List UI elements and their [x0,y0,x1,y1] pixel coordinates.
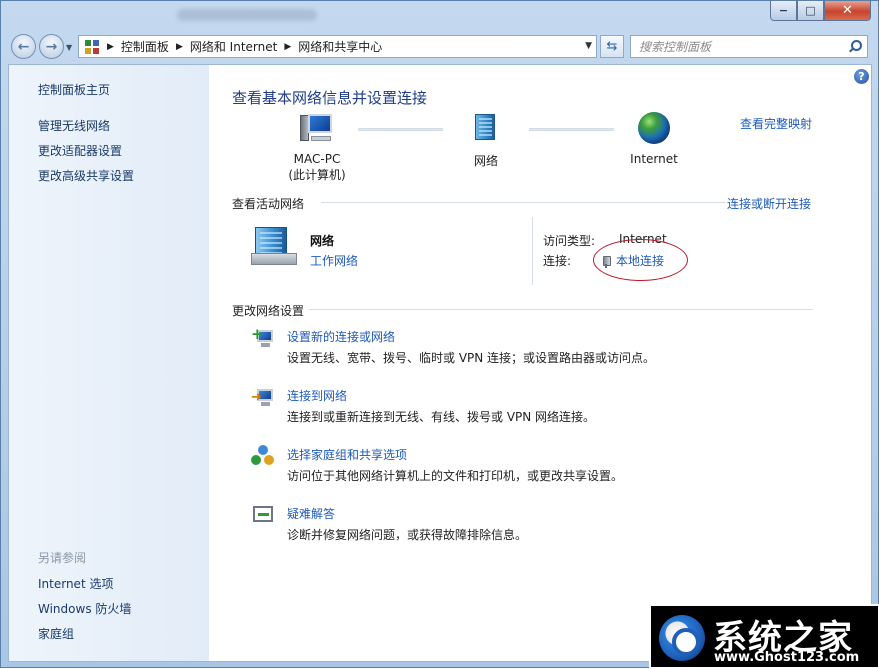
sidebar-link-adapter-settings[interactable]: 更改适配器设置 [38,142,122,159]
network-icon [471,112,501,144]
title-blurred-text [177,9,317,21]
active-networks-heading: 查看活动网络 [232,197,305,211]
watermark-url: www.Ghost123.com [714,650,860,665]
forward-button[interactable]: → [39,34,64,59]
change-settings-heading: 更改网络设置 [232,304,305,318]
sidebar-link-internet-options[interactable]: Internet 选项 [38,575,113,592]
network-large-icon [251,225,297,267]
sidebar-link-windows-firewall[interactable]: Windows 防火墙 [38,600,131,617]
arrow-right-icon: → [45,38,58,55]
network-name: 网络 [473,154,498,168]
connections-label: 连接: [543,254,572,268]
window: − □ ✕ ← → ▼ ▶ 控制面板 ▶ 网络和 Internet ▶ 网络和共… [0,0,879,669]
sidebar-link-homegroup[interactable]: 家庭组 [38,625,74,642]
task-setup-connection-desc: 设置无线、宽带、拨号、临时或 VPN 连接；或设置路由器或访问点。 [287,351,656,365]
sidebar: 控制面板主页 管理无线网络 更改适配器设置 更改高级共享设置 另请参阅 Inte… [9,65,209,661]
task-troubleshoot-link[interactable]: 疑难解答 [287,505,335,522]
map-node-internet[interactable]: Internet [624,112,684,166]
chevron-right-icon[interactable]: ▶ [176,42,183,52]
main-panel: ? 查看基本网络信息并设置连接 查看完整映射 MAC-PC (此计算机) 网络 … [209,65,871,661]
address-field[interactable]: ▶ 控制面板 ▶ 网络和 Internet ▶ 网络和共享中心 ▼ [78,35,597,58]
map-node-computer[interactable]: MAC-PC (此计算机) [282,112,352,183]
internet-name: Internet [630,152,678,166]
search-icon[interactable] [847,39,862,53]
map-connector [529,128,614,131]
back-button[interactable]: ← [11,34,36,59]
watermark-logo: 系统之家 www.Ghost123.com [649,604,879,669]
section-divider [321,202,725,203]
chevron-right-icon[interactable]: ▶ [107,42,114,52]
section-divider [309,309,813,310]
chevron-right-icon[interactable]: ▶ [284,42,291,52]
connect-disconnect-link[interactable]: 连接或断开连接 [727,195,811,212]
breadcrumb-network-internet[interactable]: 网络和 Internet [190,38,277,55]
recent-pages-dropdown[interactable]: ▼ [66,43,72,52]
computer-subtitle: (此计算机) [288,168,346,182]
sidebar-link-manage-wireless[interactable]: 管理无线网络 [38,117,110,134]
help-icon[interactable]: ? [854,69,869,84]
minimize-button[interactable]: − [770,1,797,21]
vertical-divider [532,217,533,285]
address-dropdown-icon[interactable]: ▼ [585,41,592,51]
search-box[interactable] [630,35,868,58]
address-toolbar: ← → ▼ ▶ 控制面板 ▶ 网络和 Internet ▶ 网络和共享中心 ▼ … [1,31,878,63]
content-area: 控制面板主页 管理无线网络 更改适配器设置 更改高级共享设置 另请参阅 Inte… [8,64,872,662]
computer-icon [299,112,335,144]
sidebar-link-control-panel-home[interactable]: 控制面板主页 [38,81,110,98]
close-button[interactable]: ✕ [824,1,871,21]
task-connect-network-desc: 连接到或重新连接到无线、有线、拨号或 VPN 网络连接。 [287,410,596,424]
active-network-name: 网络 [310,234,335,248]
task-troubleshoot-desc: 诊断并修复网络问题，或获得故障排除信息。 [287,528,528,542]
maximize-button[interactable]: □ [797,1,824,21]
arrow-left-icon: ← [17,38,30,55]
access-type-label: 访问类型: [543,234,596,248]
task-setup-connection-link[interactable]: 设置新的连接或网络 [287,328,395,345]
control-panel-icon [84,39,100,55]
search-input[interactable] [639,39,844,54]
sidebar-link-advanced-sharing[interactable]: 更改高级共享设置 [38,167,134,184]
homegroup-icon [251,445,275,467]
troubleshoot-icon [251,504,275,526]
see-also-heading: 另请参阅 [38,551,87,565]
refresh-button[interactable]: ⇆ [600,35,624,58]
page-title: 查看基本网络信息并设置连接 [232,89,428,107]
watermark-emblem-icon [659,615,705,661]
new-connection-icon: + [251,327,275,349]
task-homegroup-link[interactable]: 选择家庭组和共享选项 [287,446,407,463]
task-connect-network-link[interactable]: 连接到网络 [287,387,347,404]
refresh-icon: ⇆ [606,39,618,54]
computer-name: MAC-PC [293,152,341,166]
annotation-circle [593,239,688,281]
breadcrumb-control-panel[interactable]: 控制面板 [121,38,169,55]
globe-icon [638,112,670,144]
view-full-map-link[interactable]: 查看完整映射 [740,115,812,132]
task-homegroup-desc: 访问位于其他网络计算机上的文件和打印机，或更改共享设置。 [287,469,624,483]
map-node-network[interactable]: 网络 [456,112,516,169]
network-type-link[interactable]: 工作网络 [310,252,358,269]
map-connector [358,128,443,131]
title-bar: − □ ✕ [1,1,878,31]
breadcrumb-network-sharing-center[interactable]: 网络和共享中心 [298,38,382,55]
connect-network-icon: ➜ [251,386,275,408]
